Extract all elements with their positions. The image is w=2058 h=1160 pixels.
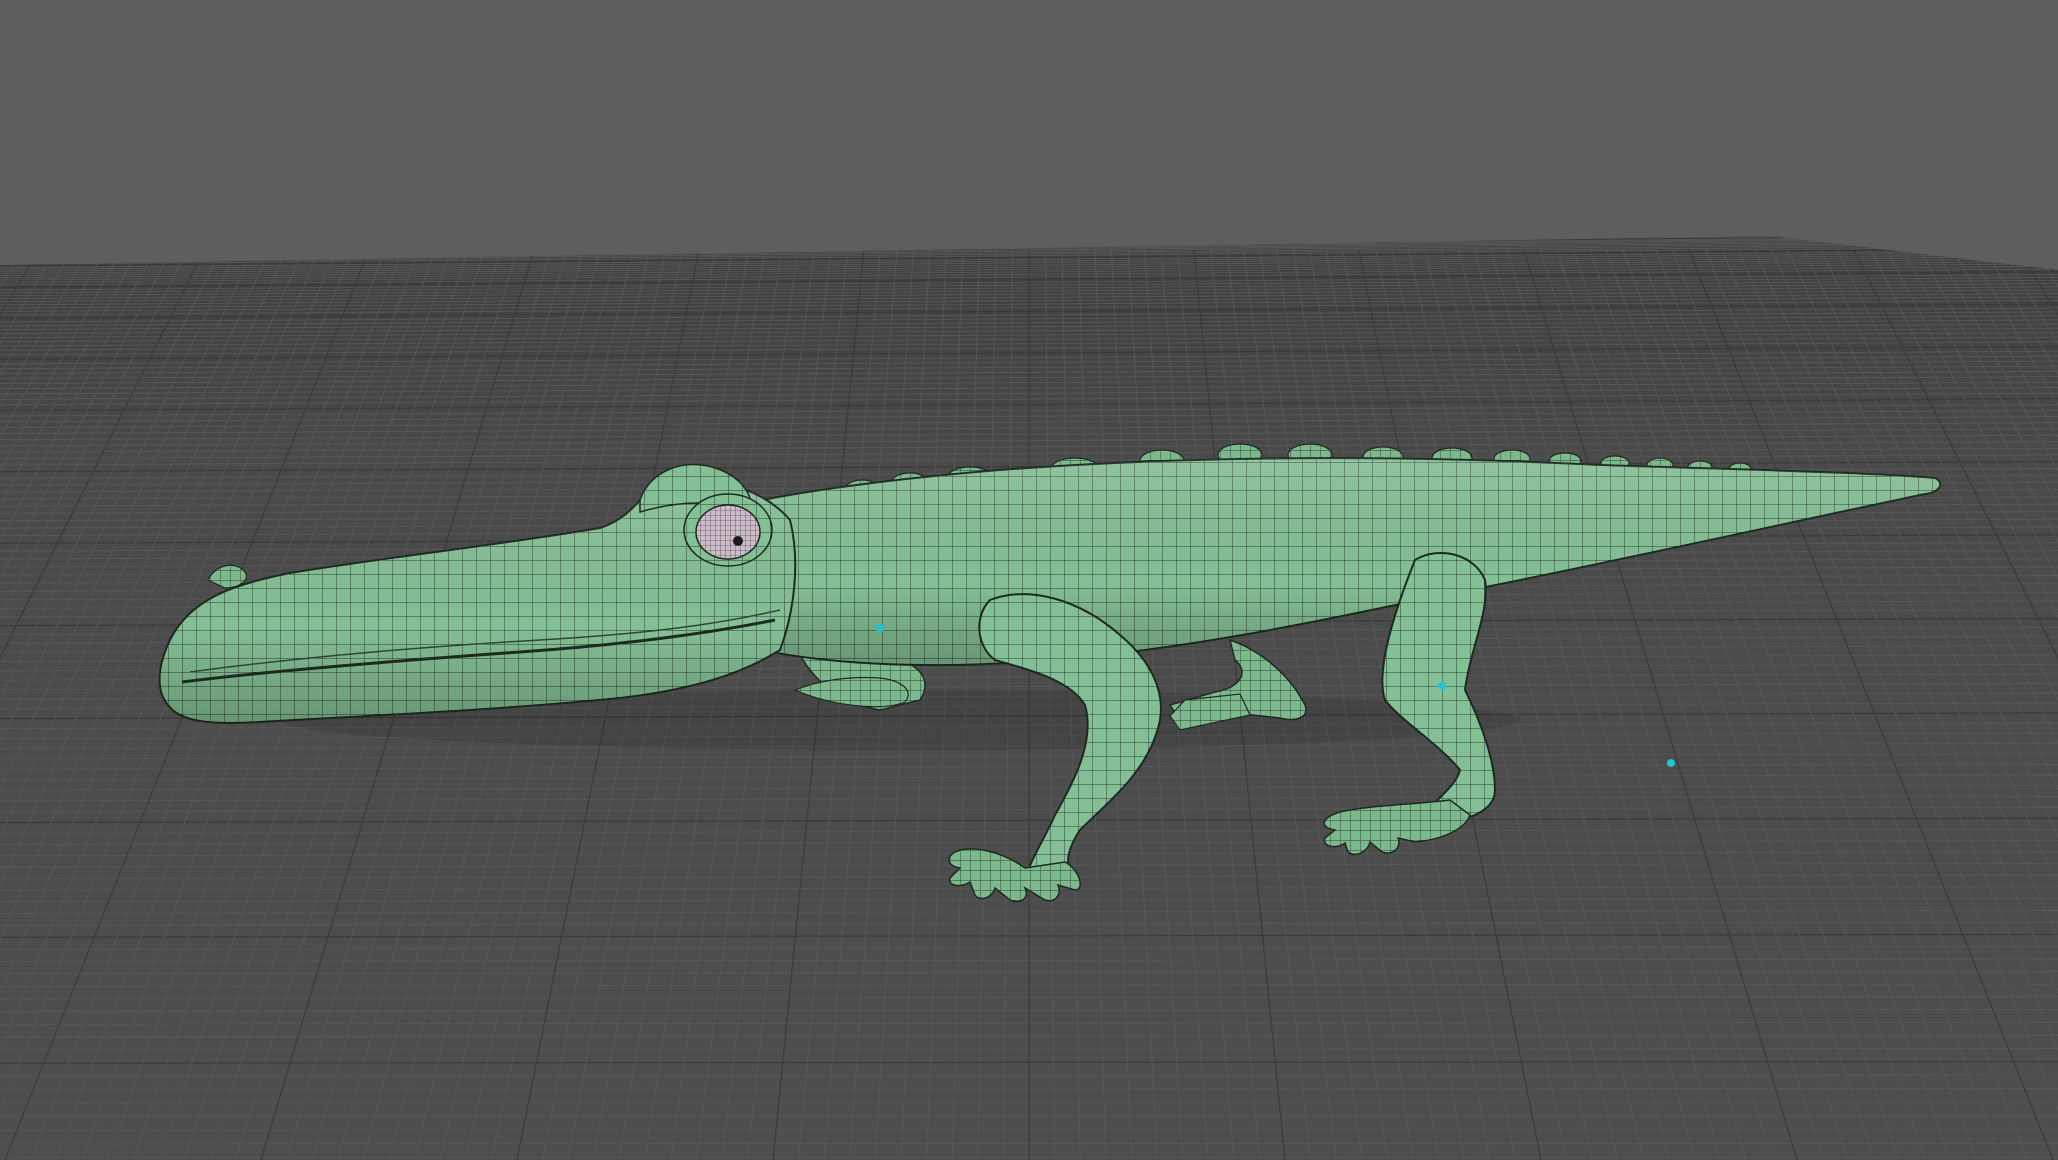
eye-pupil — [733, 536, 743, 546]
locator-3[interactable] — [1667, 759, 1675, 767]
eye[interactable] — [695, 504, 761, 560]
3d-viewport[interactable] — [0, 0, 2058, 1160]
viewport-canvas[interactable] — [0, 0, 2058, 1160]
locator-2[interactable] — [1438, 682, 1446, 690]
locator-1[interactable] — [876, 624, 884, 632]
